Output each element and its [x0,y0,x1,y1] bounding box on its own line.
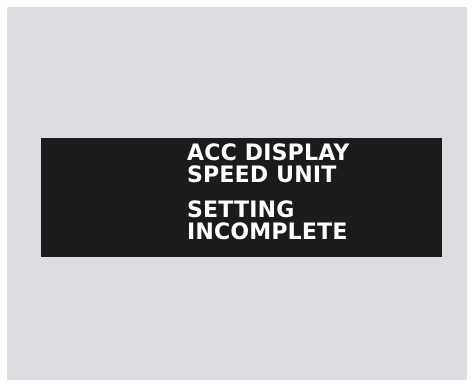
message-status-line-1: SETTING [187,198,295,223]
message-status-line-2: INCOMPLETE [187,220,348,245]
message-title-line-1: ACC DISPLAY [187,141,350,166]
message-title-line-2: SPEED UNIT [187,163,337,188]
acc-message: ACC DISPLAY SPEED UNIT SETTING INCOMPLET… [187,143,349,244]
